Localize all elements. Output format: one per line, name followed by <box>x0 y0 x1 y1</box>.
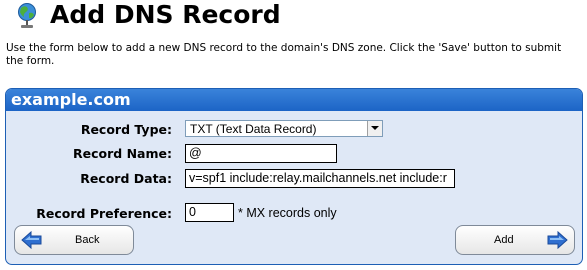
page-intro: Use the form below to add a new DNS reco… <box>6 42 562 67</box>
chevron-down-icon[interactable] <box>367 121 382 136</box>
add-button-label: Add <box>494 234 514 246</box>
record-type-select[interactable]: TXT (Text Data Record) <box>185 120 383 137</box>
record-preference-label: Record Preference: <box>36 206 172 221</box>
back-button-label: Back <box>75 234 100 246</box>
record-data-input[interactable]: v=spf1 include:relay.mailchannels.net in… <box>185 169 455 188</box>
record-preference-input[interactable]: 0 <box>185 203 234 222</box>
record-type-value: TXT (Text Data Record) <box>190 122 317 136</box>
back-button-main[interactable]: Back <box>14 225 134 255</box>
domain-name: example.com <box>11 90 131 109</box>
record-name-input[interactable]: @ <box>185 144 337 163</box>
record-name-label: Record Name: <box>73 146 172 161</box>
arrow-right-icon <box>547 230 568 250</box>
record-data-label: Record Data: <box>80 171 172 186</box>
panel-header: example.com <box>6 89 582 111</box>
mx-only-note: * MX records only <box>238 206 337 220</box>
add-button[interactable]: Add <box>455 225 575 255</box>
arrow-left-icon <box>21 230 42 250</box>
page-title: Add DNS Record <box>50 0 281 29</box>
record-type-label: Record Type: <box>80 122 172 137</box>
globe-icon <box>18 3 36 28</box>
